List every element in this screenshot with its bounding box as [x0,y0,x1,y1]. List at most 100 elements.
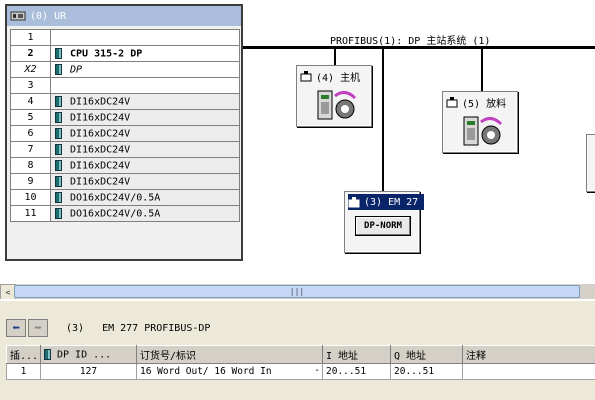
rack-row[interactable]: 8 DI16xDC24V [10,157,240,174]
dp-norm-badge: DP-NORM [355,216,411,236]
rack-title: (0) UR [30,10,67,22]
station-partial[interactable] [586,134,595,192]
module-icon [44,348,51,360]
module-icon [55,127,62,139]
profibus-line[interactable] [243,46,595,49]
cell-dpid[interactable]: 127 [40,363,137,380]
rack-slot: 9 [10,173,51,190]
rack-row[interactable]: 6 DI16xDC24V [10,125,240,142]
rack-slot: 10 [10,189,51,206]
scroll-left-icon: < [5,287,11,297]
rack-row[interactable]: 2 CPU 315-2 DP [10,45,240,62]
rack-row[interactable]: 10 DO16xDC24V/0.5A [10,189,240,206]
rack-slot: 8 [10,157,51,174]
rack-module: DI16xDC24V [70,160,131,172]
module-icon [55,159,62,171]
rack-module-cell: DI16xDC24V [50,141,240,158]
station-icon [446,97,458,108]
rack-module [50,29,240,46]
rack-slot: 2 [10,45,51,62]
rack-row[interactable]: 11 DO16xDC24V/0.5A [10,205,240,222]
rack-module: DI16xDC24V [70,176,131,188]
rack-row[interactable]: 7 DI16xDC24V [10,141,240,158]
col-header-iaddr[interactable]: I 地址 [322,345,391,364]
rack-module: DI16xDC24V [70,96,131,108]
network-canvas: (0) UR 1 2 CPU 315-2 DP X2 DP 3 4 DI16xD… [0,0,595,283]
rack-slot: 4 [10,93,51,110]
cell-comment[interactable] [462,363,595,380]
rack-module-cell: CPU 315-2 DP [50,45,240,62]
rack-module-cell: DI16xDC24V [50,173,240,190]
rack-title-bar[interactable]: (0) UR [7,6,241,26]
rack-row[interactable]: 9 DI16xDC24V [10,173,240,190]
rack-module: DO16xDC24V/0.5A [70,192,161,204]
detail-navbar: ⬅ ➡ (3) EM 277 PROFIBUS-DP [6,317,210,339]
station-title-bar: (4) 主机 [300,68,360,84]
station-title: (5) 放料 [462,98,507,110]
horizontal-scrollbar[interactable]: < ||| [0,283,595,300]
cell-order[interactable]: 16 Word Out/ 16 Word In - [136,363,323,380]
detail-title: (3) EM 277 PROFIBUS-DP [66,323,210,334]
cell-slot[interactable]: 1 [6,363,41,380]
cell-order-suffix: - [314,365,320,376]
module-icon [55,175,62,187]
rack-row[interactable]: 3 [10,77,240,94]
module-icon [55,143,62,155]
module-icon [55,63,62,75]
module-icon [55,207,62,219]
col-header-dpid[interactable]: DP ID ... [40,345,137,364]
rack-module: DO16xDC24V/0.5A [70,208,161,220]
back-button[interactable]: ⬅ [6,319,26,337]
station-feed[interactable]: (5) 放料 [442,91,518,153]
rack-module: DI16xDC24V [70,128,131,140]
rack-slot: 5 [10,109,51,126]
rack-slot: 7 [10,141,51,158]
bus-drop-line [382,48,384,191]
rack-icon [10,11,26,21]
rack-module-cell: DI16xDC24V [50,125,240,142]
rack-module-cell: DO16xDC24V/0.5A [50,205,240,222]
station-icon [348,197,360,208]
col-header-order[interactable]: 订货号/标识 [136,345,323,364]
rack-module [50,77,240,94]
rack-row[interactable]: 4 DI16xDC24V [10,93,240,110]
station-main[interactable]: (4) 主机 [296,65,372,127]
forward-button[interactable]: ➡ [28,319,48,337]
module-icon [55,191,62,203]
rack-row[interactable]: 5 DI16xDC24V [10,109,240,126]
module-icon [55,111,62,123]
rack-window[interactable]: (0) UR 1 2 CPU 315-2 DP X2 DP 3 4 DI16xD… [5,4,243,261]
col-header-slot[interactable]: 插... [6,345,41,364]
rack-slot: 3 [10,77,51,94]
col-header-dpid-label: DP ID ... [57,349,112,361]
rack-slot: X2 [10,61,51,78]
bus-drop-line [481,48,483,91]
rack-table: 1 2 CPU 315-2 DP X2 DP 3 4 DI16xDC24V 5 … [10,29,240,222]
rack-module: DI16xDC24V [70,112,131,124]
cell-qaddr[interactable]: 20...51 [390,363,463,380]
rack-module: DI16xDC24V [70,144,131,156]
rack-slot: 11 [10,205,51,222]
station-title-bar: (3) EM 27 [348,194,425,210]
rack-slot: 6 [10,125,51,142]
rack-module-cell: DO16xDC24V/0.5A [50,189,240,206]
back-arrow-icon: ⬅ [12,320,20,336]
rack-module: DP [70,64,83,76]
col-header-comment[interactable]: 注释 [462,345,595,364]
rack-slot: 1 [10,29,51,46]
rack-module-cell: DI16xDC24V [50,93,240,110]
rack-module-cell: DI16xDC24V [50,109,240,126]
station-icon [300,71,312,82]
rack-row[interactable]: 1 [10,29,240,46]
col-header-qaddr[interactable]: Q 地址 [390,345,463,364]
table-row[interactable]: 1 127 16 Word Out/ 16 Word In - 20...51 2… [6,363,595,380]
rack-module-cell: DP [50,61,240,78]
scroll-thumb[interactable]: ||| [14,285,580,298]
detail-slot-number: (3) [66,322,85,334]
station-em277[interactable]: (3) EM 27 DP-NORM [344,191,425,253]
cell-iaddr[interactable]: 20...51 [322,363,391,380]
slave-device-icon [463,116,503,146]
slave-device-icon [317,90,357,120]
bus-drop-line [334,48,336,65]
rack-row[interactable]: X2 DP [10,61,240,78]
